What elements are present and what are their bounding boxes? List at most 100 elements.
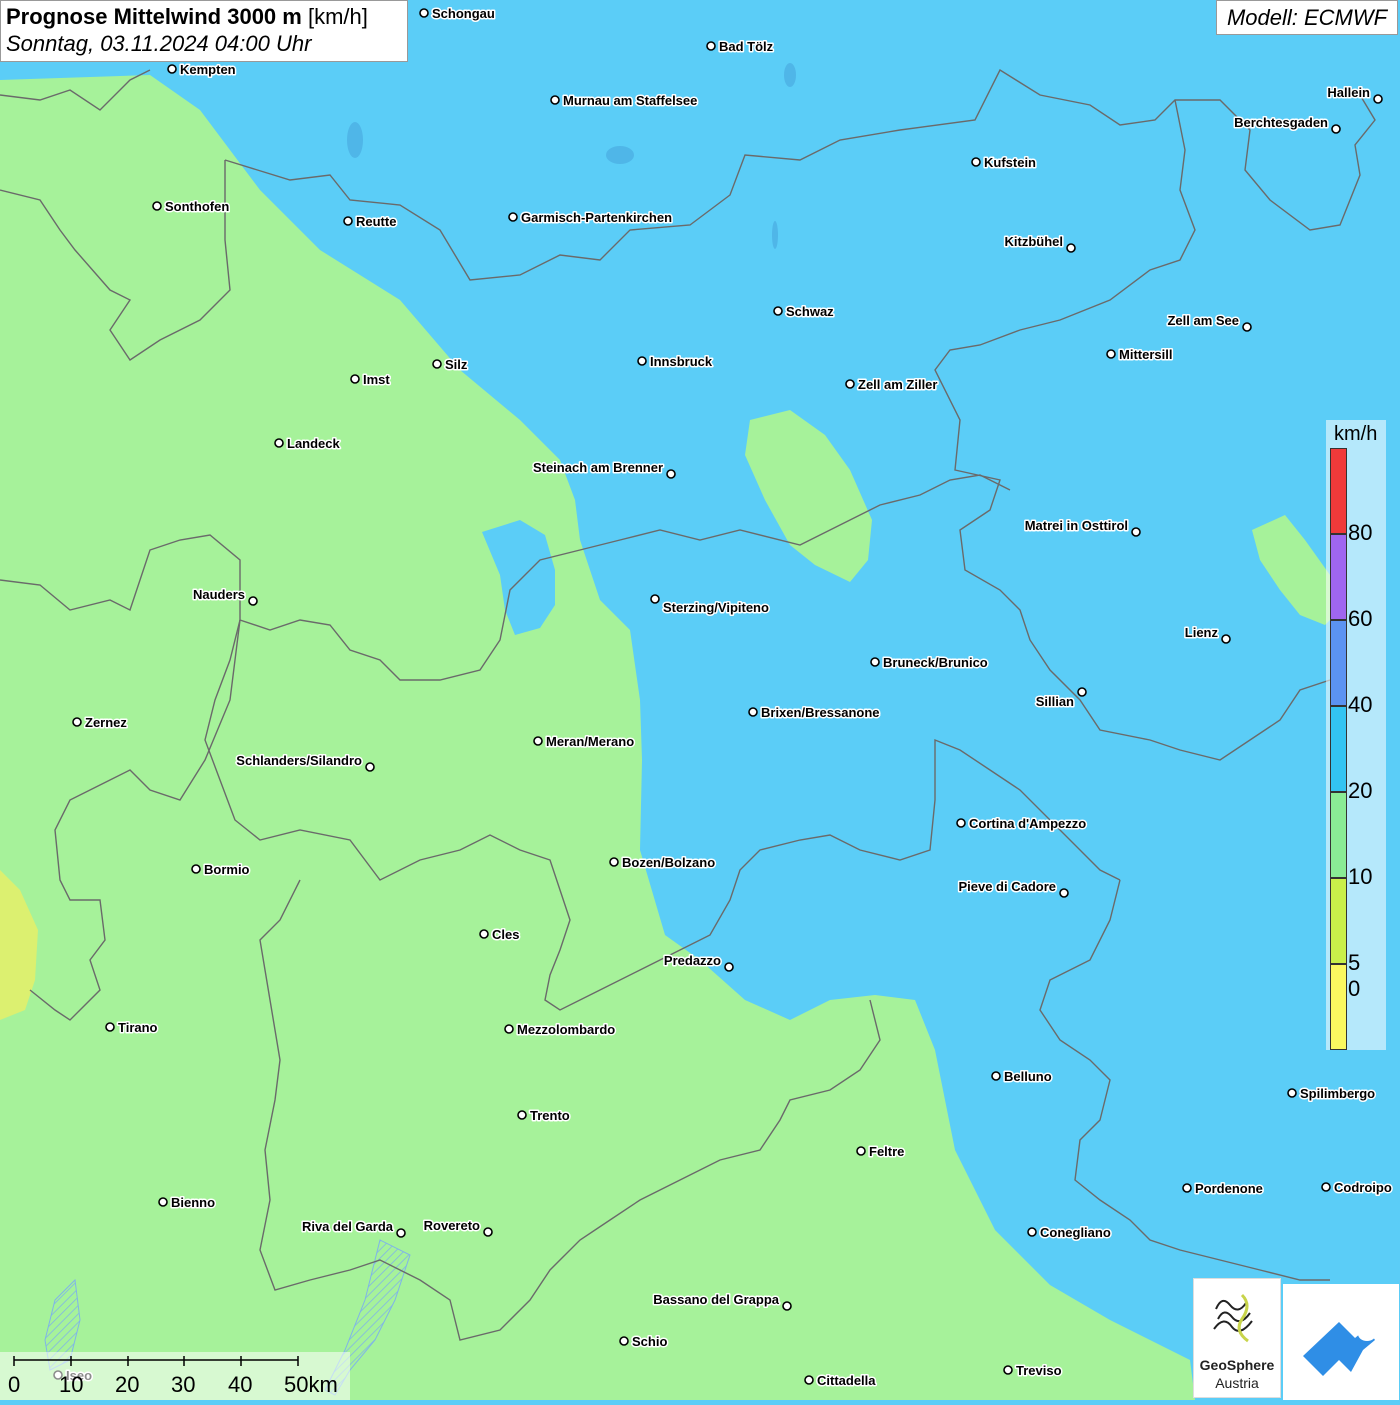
scale-label: 30 [171, 1372, 196, 1397]
city-dot [1321, 1182, 1331, 1192]
city-marker[interactable]: Bruneck/Brunico [870, 654, 989, 672]
city-dot [365, 762, 375, 772]
city-label: Murnau am Staffelsee [563, 93, 697, 108]
legend-swatch [1330, 620, 1347, 706]
city-dot [870, 657, 880, 667]
geosphere-country: Austria [1215, 1375, 1259, 1391]
city-label: Tirano [118, 1020, 158, 1035]
city-label: Bassano del Grappa [653, 1292, 779, 1307]
city-dot [248, 596, 258, 606]
scale-label: 40 [228, 1372, 253, 1397]
city-dot [650, 594, 660, 604]
city-marker[interactable]: Conegliano [1027, 1224, 1112, 1242]
city-dot [845, 379, 855, 389]
city-label: Kufstein [984, 155, 1036, 170]
city-dot [350, 374, 360, 384]
city-dot [72, 717, 82, 727]
city-label: Landeck [287, 436, 341, 451]
city-label: Garmisch-Partenkirchen [521, 210, 672, 225]
city-marker[interactable]: Brixen/Bressanone [748, 704, 881, 722]
city-marker[interactable]: Murnau am Staffelsee [550, 92, 699, 110]
scale-label: 50km [284, 1372, 338, 1397]
city-dot [152, 201, 162, 211]
city-marker[interactable]: Sonthofen [152, 198, 231, 216]
city-label: Schlanders/Silandro [236, 753, 362, 768]
city-label: Treviso [1016, 1363, 1062, 1378]
title-unit: [km/h] [307, 4, 368, 29]
city-label: Cortina d'Ampezzo [969, 816, 1086, 831]
city-label: Mittersill [1119, 347, 1172, 362]
scale-label: 10 [59, 1372, 84, 1397]
city-label: Rovereto [424, 1218, 480, 1233]
city-dot [804, 1375, 814, 1385]
city-label: Predazzo [664, 953, 721, 968]
city-dot [432, 359, 442, 369]
city-dot [1242, 322, 1252, 332]
city-marker[interactable]: Pordenone [1182, 1180, 1264, 1198]
city-label: Cittadella [817, 1373, 876, 1388]
city-marker[interactable]: Mezzolombardo [504, 1021, 617, 1039]
city-dot [1131, 527, 1141, 537]
color-legend: km/h 80 60 40 20 10 5 0 [1326, 420, 1386, 1050]
city-dot [956, 818, 966, 828]
city-dot [619, 1336, 629, 1346]
city-marker[interactable]: Meran/Merano [533, 733, 636, 751]
city-dot [1221, 634, 1231, 644]
city-marker[interactable]: Zell am Ziller [845, 376, 939, 394]
city-label: Belluno [1004, 1069, 1052, 1084]
city-label: Reutte [356, 214, 396, 229]
geosphere-logo[interactable]: GeoSphere Austria [1193, 1278, 1281, 1398]
city-label: Bad Tölz [719, 39, 774, 54]
city-dot [274, 438, 284, 448]
city-label: Bozen/Bolzano [622, 855, 715, 870]
city-dot [1106, 349, 1116, 359]
city-label: Schongau [432, 6, 495, 21]
city-dot [1077, 687, 1087, 697]
legend-swatch [1330, 706, 1347, 792]
city-dot [1066, 243, 1076, 253]
city-label: Pieve di Cadore [958, 879, 1056, 894]
city-label: Schio [632, 1334, 667, 1349]
city-label: Pordenone [1195, 1181, 1263, 1196]
city-label: Brixen/Bressanone [761, 705, 880, 720]
city-dot [782, 1301, 792, 1311]
title-bold: Prognose Mittelwind 3000 m [6, 4, 302, 29]
city-dot [856, 1146, 866, 1156]
city-label: Conegliano [1040, 1225, 1111, 1240]
legend-unit: km/h [1334, 423, 1378, 445]
legend-swatch [1330, 792, 1347, 878]
city-label: Spilimbergo [1300, 1086, 1375, 1101]
legend-label: 10 [1348, 864, 1373, 889]
city-label: Lienz [1185, 625, 1219, 640]
city-label: Schwaz [786, 304, 834, 319]
city-marker[interactable]: Bozen/Bolzano [609, 854, 717, 872]
city-dot [1373, 94, 1383, 104]
city-label: Imst [363, 372, 390, 387]
legend-swatch [1330, 534, 1347, 620]
city-label: Zell am See [1167, 313, 1239, 328]
city-marker[interactable]: Garmisch-Partenkirchen [508, 209, 674, 227]
title-box: Prognose Mittelwind 3000 m [km/h] Sonnta… [0, 0, 408, 62]
city-label: Meran/Merano [546, 734, 634, 749]
city-marker[interactable]: Schongau [419, 5, 496, 23]
city-dot [666, 469, 676, 479]
city-dot [773, 306, 783, 316]
weather-app-logo[interactable] [1283, 1284, 1399, 1400]
map-title: Prognose Mittelwind 3000 m [km/h] [6, 4, 402, 30]
cloud-arrow-icon [1303, 1322, 1376, 1376]
legend-swatch [1330, 878, 1347, 964]
city-label: Mezzolombardo [517, 1022, 615, 1037]
city-marker[interactable]: Innsbruck [637, 353, 714, 371]
city-label: Cles [492, 927, 519, 942]
city-dot [637, 356, 647, 366]
geosphere-swirl-icon [1213, 1293, 1253, 1343]
city-dot [706, 41, 716, 51]
city-label: Sonthofen [165, 199, 229, 214]
city-label: Codroipo [1334, 1180, 1392, 1195]
city-marker[interactable]: Cortina d'Ampezzo [956, 815, 1088, 833]
legend-label: 80 [1348, 520, 1373, 545]
city-dot [991, 1071, 1001, 1081]
city-label: Steinach am Brenner [533, 460, 663, 475]
city-label: Sillian [1036, 694, 1074, 709]
city-marker[interactable]: Spilimbergo [1287, 1085, 1377, 1103]
